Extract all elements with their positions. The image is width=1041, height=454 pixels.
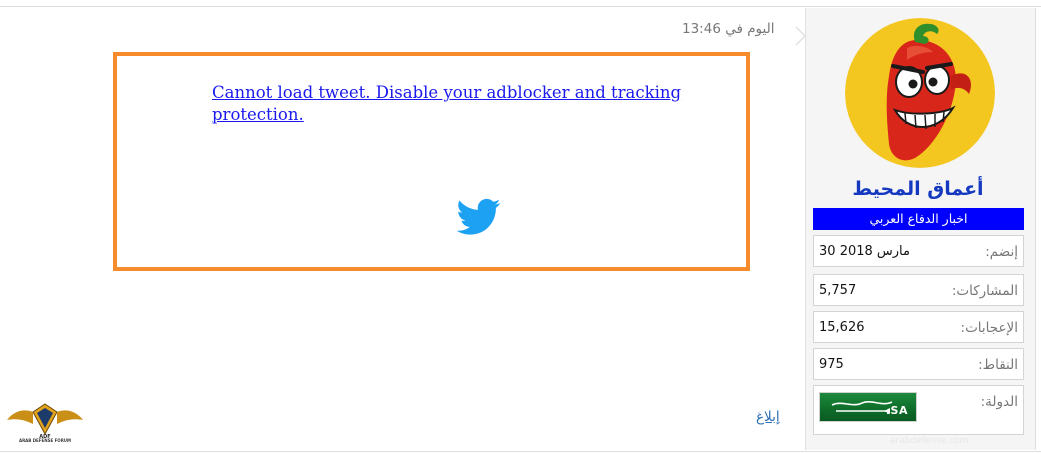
twitter-bird-icon xyxy=(457,198,501,235)
joined-label: إنضم: xyxy=(985,244,1018,260)
red-pepper-avatar-icon xyxy=(845,18,995,168)
user-title-badge: اخبار الدفاع العربي xyxy=(813,208,1024,230)
likes-label: الإعجابات: xyxy=(960,320,1018,336)
points-label: النقاط: xyxy=(978,357,1018,373)
report-link[interactable]: إبلاغ xyxy=(756,409,780,425)
eagle-logo-icon: ADF xyxy=(7,403,83,440)
posts-info: المشاركات: 5,757 xyxy=(813,274,1024,306)
tweet-embed: Cannot load tweet. Disable your adblocke… xyxy=(113,52,750,271)
joined-value: 30 مارس 2018 xyxy=(819,244,910,259)
posts-label: المشاركات: xyxy=(951,283,1018,299)
tweet-error-link[interactable]: Cannot load tweet. Disable your adblocke… xyxy=(212,82,682,126)
post-date[interactable]: اليوم في 13:46 xyxy=(682,21,774,37)
saudi-arabia-flag-icon: .SA xyxy=(819,392,917,422)
likes-info: الإعجابات: 15,626 xyxy=(813,311,1024,343)
joined-info: إنضم: 30 مارس 2018 xyxy=(813,235,1024,267)
user-avatar[interactable] xyxy=(845,18,995,168)
likes-value: 15,626 xyxy=(819,320,865,335)
username[interactable]: أعماق المحيط xyxy=(813,178,1023,200)
panel-arrow xyxy=(795,26,806,46)
watermark-text: ARAB DEFENSE FORUM xyxy=(18,438,72,443)
watermark-site: arabdefense.com xyxy=(890,436,969,446)
flag-text: .SA xyxy=(885,404,908,417)
country-label: الدولة: xyxy=(980,394,1018,410)
points-value: 975 xyxy=(819,357,844,372)
posts-value: 5,757 xyxy=(819,283,857,298)
points-info: النقاط: 975 xyxy=(813,348,1024,380)
